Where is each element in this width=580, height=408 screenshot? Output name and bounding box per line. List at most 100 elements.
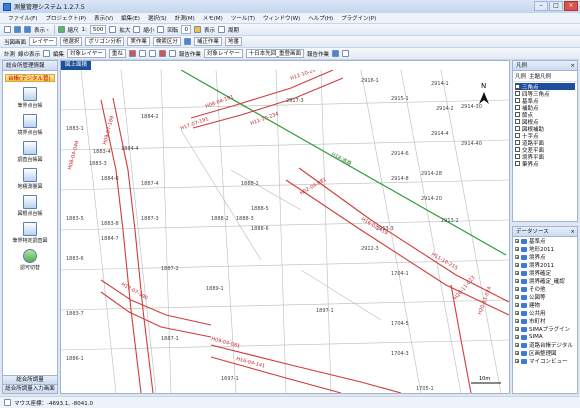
datasource-item[interactable]: + 建物	[513, 301, 577, 309]
cursor-icon[interactable]	[128, 50, 136, 57]
save-icon[interactable]	[24, 26, 31, 33]
checkbox[interactable]	[515, 140, 520, 145]
overlay-select[interactable]: 重ね	[108, 49, 126, 58]
minimize-button[interactable]: –	[534, 1, 548, 11]
checkbox[interactable]	[515, 98, 520, 103]
layer-icon[interactable]	[183, 38, 191, 45]
binoculars-icon[interactable]	[342, 50, 350, 57]
menu-help[interactable]: ヘルプ(H)	[308, 14, 333, 22]
datasource-item[interactable]: + 道路台帳デジタル	[513, 341, 577, 349]
range-select[interactable]: ポリゴン分析	[85, 37, 125, 46]
menu-project[interactable]: プロジェクト(P)	[45, 14, 86, 22]
expand-icon[interactable]: +	[515, 247, 519, 252]
datasource-item[interactable]: + 地形2011	[513, 245, 577, 253]
info-icon[interactable]	[332, 50, 340, 57]
expand-icon[interactable]: +	[515, 271, 519, 276]
expand-icon[interactable]: +	[515, 295, 519, 300]
menu-select[interactable]: 選択(S)	[148, 14, 167, 22]
report-button[interactable]: 報告作業	[179, 50, 201, 58]
menu-file[interactable]: ファイル(F)	[8, 14, 37, 22]
table-label[interactable]: 表示・	[34, 26, 51, 34]
datasource-item[interactable]: + 境界点	[513, 253, 577, 261]
target-layer-select[interactable]: 対象レイヤー	[67, 49, 106, 58]
menu-edit[interactable]: 編集(E)	[121, 14, 140, 22]
tab-legend[interactable]: 凡例	[515, 72, 526, 80]
search-select[interactable]: 検索区分	[152, 37, 181, 46]
expand-icon[interactable]: +	[515, 287, 519, 292]
expand-icon[interactable]: +	[515, 351, 519, 356]
expand-icon[interactable]: +	[515, 239, 519, 244]
geo-select[interactable]: 地番	[224, 37, 242, 46]
rotate-icon[interactable]	[157, 26, 165, 33]
rotate-input[interactable]: 0	[181, 25, 191, 34]
expand-icon[interactable]: +	[515, 255, 519, 260]
menu-memo[interactable]: メモ(M)	[203, 14, 223, 22]
edit-button[interactable]: 編集	[53, 50, 64, 58]
menu-plugin[interactable]: プラグイン(P)	[341, 14, 376, 22]
menu-view[interactable]: 表示(V)	[94, 14, 113, 22]
datasource-item[interactable]: + 基準点	[513, 237, 577, 245]
close-button[interactable]: ×	[564, 1, 578, 11]
expand-icon[interactable]: +	[515, 335, 519, 340]
left-bottom-tab-2[interactable]: 総合所調量入力画面	[3, 384, 57, 393]
zoom-out-button[interactable]: 縮小	[143, 26, 154, 34]
checkbox[interactable]	[515, 147, 520, 152]
expand-icon[interactable]: +	[515, 359, 519, 364]
tool-item-control-point[interactable]: 図根点台帳	[3, 195, 57, 217]
zoom-icon[interactable]	[57, 26, 65, 33]
datasource-item[interactable]: + 公図等	[513, 293, 577, 301]
checkbox[interactable]	[515, 119, 520, 124]
tool-item-survey-map[interactable]: 調査台帳図	[3, 141, 57, 163]
display-icon[interactable]	[193, 26, 201, 33]
layer-select[interactable]: レイヤー	[29, 37, 57, 46]
expand-icon[interactable]: +	[515, 303, 519, 308]
tool-item-boundary-survey[interactable]: 筆界特定調査図	[3, 222, 57, 244]
expand-icon[interactable]: +	[515, 263, 519, 268]
expand-icon[interactable]: +	[515, 327, 519, 332]
scale-input[interactable]: 500	[89, 25, 107, 34]
datasource-item[interactable]: + マイコンビュー	[513, 357, 577, 365]
zoom-in-icon[interactable]	[109, 26, 117, 33]
datasource-item[interactable]: + 市町村	[513, 317, 577, 325]
measure-button[interactable]: 計測	[4, 50, 15, 58]
datasource-item[interactable]: + 区画整理図	[513, 349, 577, 357]
delete-icon[interactable]	[158, 50, 166, 57]
menu-window[interactable]: ウィンドウ(W)	[263, 14, 300, 22]
checkbox[interactable]	[515, 105, 520, 110]
close-icon[interactable]: ×	[570, 61, 575, 71]
datasource-item[interactable]: + 公共用	[513, 309, 577, 317]
menu-tools[interactable]: ツール(T)	[231, 14, 255, 22]
line-icon[interactable]	[148, 50, 156, 57]
type-select[interactable]: 他選択	[59, 37, 83, 46]
legend-item[interactable]: 筆界点	[515, 160, 575, 168]
datasource-item[interactable]: + 境界確定_確認	[513, 277, 577, 285]
open-icon[interactable]	[14, 26, 21, 33]
show-button[interactable]: 線の表示	[18, 50, 40, 58]
expand-icon[interactable]: +	[515, 311, 519, 316]
expand-icon[interactable]: +	[515, 279, 519, 284]
tool-item-area-survey[interactable]: 地積測量図	[3, 168, 57, 190]
edit-select[interactable]: 実作業	[127, 37, 150, 46]
point-icon[interactable]	[138, 50, 146, 57]
parcel-select[interactable]: 十日本先回_重登画面	[245, 49, 305, 58]
pencil-icon[interactable]	[43, 50, 51, 57]
expand-icon[interactable]: +	[515, 343, 519, 348]
datasource-item[interactable]: + 境界確定	[513, 269, 577, 277]
zoom-in-button[interactable]: 拡大	[119, 26, 130, 34]
checkbox[interactable]	[515, 133, 520, 138]
mode-select[interactable]: 補正作業	[193, 37, 222, 46]
expand-icon[interactable]: +	[515, 319, 519, 324]
datasource-item[interactable]: + SIMAプラグイン	[513, 325, 577, 333]
checkbox[interactable]	[515, 91, 520, 96]
close-icon[interactable]: ×	[570, 227, 575, 237]
checkbox[interactable]	[515, 84, 520, 89]
tab-thematic[interactable]: 主題凡例	[529, 72, 551, 80]
checkbox[interactable]	[515, 126, 520, 131]
map-tab[interactable]: 図上面積	[61, 61, 92, 70]
report2-button[interactable]: 報告作業	[307, 50, 329, 58]
target-layer2-select[interactable]: 対象レイヤー	[203, 49, 243, 58]
checkbox[interactable]	[515, 161, 520, 166]
checkbox[interactable]	[515, 112, 520, 117]
map-canvas[interactable]: 1883-1 1883-3 1883-4 1883-5 1883-6 1883-…	[61, 70, 509, 393]
left-bottom-tab-1[interactable]: 総合所調量	[3, 375, 57, 384]
